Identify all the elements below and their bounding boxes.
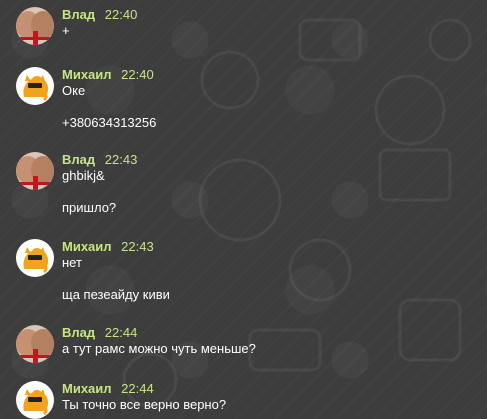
message-time: 22:40 <box>104 7 138 22</box>
author-name[interactable]: Михаил <box>62 381 112 396</box>
vlad-avatar[interactable] <box>16 7 54 45</box>
message-text: пришло? <box>62 200 117 215</box>
author-name[interactable]: Влад <box>62 325 95 340</box>
message-time: 22:43 <box>121 239 154 254</box>
message-time: 22:44 <box>121 381 154 396</box>
mikhail-avatar[interactable] <box>16 381 54 419</box>
message-text: Оке <box>62 83 86 98</box>
message-text: + <box>62 23 70 38</box>
message-text: ща пезеайду киви <box>62 287 170 302</box>
mikhail-avatar[interactable] <box>16 239 54 277</box>
message-text: ghbikj& <box>62 168 105 183</box>
author-name[interactable]: Михаил <box>62 67 112 82</box>
message-time: 22:43 <box>104 152 138 167</box>
vlad-avatar[interactable] <box>16 325 54 363</box>
message-text: Ты точно все верно верно? <box>62 397 227 412</box>
message-text: а тут рамс можно чуть меньше? <box>62 341 256 356</box>
message-time: 22:40 <box>121 67 154 82</box>
author-name[interactable]: Влад <box>62 7 95 22</box>
message-text: нет <box>62 255 82 270</box>
author-name[interactable]: Влад <box>62 152 95 167</box>
mikhail-avatar[interactable] <box>16 67 54 105</box>
author-name[interactable]: Михаил <box>62 239 112 254</box>
message-time: 22:44 <box>104 325 138 340</box>
chat-history: Влад 22:40 + Михаил 22:40 Оке +380634313… <box>0 0 487 419</box>
vlad-avatar[interactable] <box>16 152 54 190</box>
phone-number-text: +380634313256 <box>62 115 157 130</box>
